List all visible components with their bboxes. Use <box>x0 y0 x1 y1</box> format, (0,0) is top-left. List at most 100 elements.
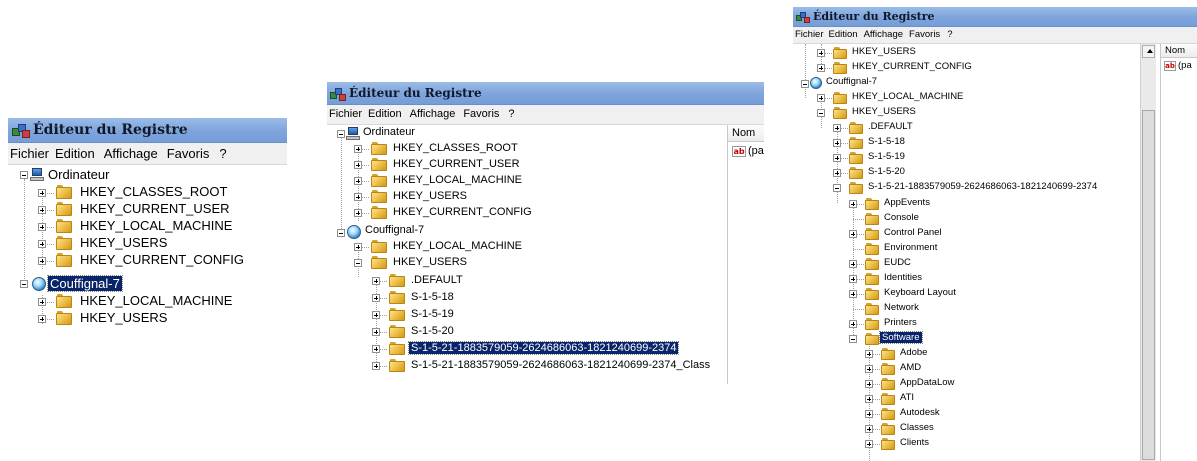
expand-toggle[interactable] <box>849 230 857 238</box>
tree-node-ordinateur[interactable]: Ordinateur <box>361 126 417 138</box>
tree-node-hklm[interactable]: HKEY_LOCAL_MACHINE <box>391 174 524 186</box>
expand-toggle[interactable] <box>38 206 46 214</box>
collapse-toggle[interactable] <box>849 335 857 343</box>
expand-toggle[interactable] <box>865 365 873 373</box>
tree-node-hkcc[interactable]: HKEY_CURRENT_CONFIG <box>850 61 974 72</box>
tree-node-printers[interactable]: Printers <box>882 317 919 328</box>
menu-help[interactable]: ? <box>508 105 514 124</box>
tree-node-classes[interactable]: Classes <box>898 422 936 433</box>
tree-node-hklm[interactable]: HKEY_LOCAL_MACHINE <box>78 293 234 308</box>
registry-tree[interactable]: HKEY_USERS HKEY_CURRENT_CONFIG Couffigna… <box>793 44 1140 461</box>
menu-edition[interactable]: Edition <box>829 27 858 43</box>
expand-toggle[interactable] <box>372 311 380 319</box>
tree-node-hkcc[interactable]: HKEY_CURRENT_CONFIG <box>78 252 246 267</box>
menu-favoris[interactable]: Favoris <box>463 105 499 124</box>
expand-toggle[interactable] <box>865 380 873 388</box>
tree-node-software[interactable]: Software <box>879 331 923 344</box>
tree-node-appdatalow[interactable]: AppDataLow <box>898 377 956 388</box>
tree-node-s-1-5-19[interactable]: S-1-5-19 <box>866 151 907 162</box>
expand-toggle[interactable] <box>849 260 857 268</box>
menu-edition[interactable]: Edition <box>368 105 402 124</box>
expand-toggle[interactable] <box>354 209 362 217</box>
tree-node-user-sid[interactable]: S-1-5-21-1883579059-2624686063-182124069… <box>407 341 680 355</box>
expand-toggle[interactable] <box>817 64 825 72</box>
menu-affichage[interactable]: Affichage <box>104 143 158 164</box>
expand-toggle[interactable] <box>849 290 857 298</box>
menu-fichier[interactable]: Fichier <box>10 143 49 164</box>
registry-tree[interactable]: Ordinateur HKEY_CLASSES_ROOT HKEY_CURREN… <box>8 165 287 346</box>
expand-toggle[interactable] <box>865 425 873 433</box>
value-name[interactable]: (pa <box>1178 60 1192 71</box>
expand-toggle[interactable] <box>849 200 857 208</box>
tree-node-hku[interactable]: HKEY_USERS <box>78 310 169 325</box>
expand-toggle[interactable] <box>849 275 857 283</box>
tree-scrollbar[interactable] <box>1140 44 1156 461</box>
tree-node-keyboard-layout[interactable]: Keyboard Layout <box>882 287 958 298</box>
registry-tree[interactable]: Ordinateur HKEY_CLASSES_ROOT HKEY_CURREN… <box>327 125 724 384</box>
expand-toggle[interactable] <box>38 189 46 197</box>
tree-node-couffignal[interactable]: Couffignal-7 <box>47 275 123 292</box>
column-header-nom[interactable]: Nom <box>728 125 764 142</box>
expand-toggle[interactable] <box>849 320 857 328</box>
tree-node-s-1-5-20[interactable]: S-1-5-20 <box>409 325 456 337</box>
expand-toggle[interactable] <box>372 345 380 353</box>
tree-node-hku[interactable]: HKEY_USERS <box>78 235 169 250</box>
tree-node-hklm[interactable]: HKEY_LOCAL_MACHINE <box>78 218 234 233</box>
menu-fichier[interactable]: Fichier <box>329 105 362 124</box>
menu-favoris[interactable]: Favoris <box>167 143 210 164</box>
tree-node-s-1-5-19[interactable]: S-1-5-19 <box>409 308 456 320</box>
tree-node-couffignal[interactable]: Couffignal-7 <box>363 224 426 236</box>
expand-toggle[interactable] <box>38 298 46 306</box>
column-header-nom[interactable]: Nom <box>1161 44 1197 58</box>
tree-node-ati[interactable]: ATI <box>898 392 916 403</box>
tree-node-console[interactable]: Console <box>882 212 921 223</box>
tree-node-clients[interactable]: Clients <box>898 437 931 448</box>
expand-toggle[interactable] <box>865 395 873 403</box>
collapse-toggle[interactable] <box>801 80 809 88</box>
expand-toggle[interactable] <box>354 177 362 185</box>
tree-node-hkcr[interactable]: HKEY_CLASSES_ROOT <box>391 142 520 154</box>
expand-toggle[interactable] <box>372 277 380 285</box>
menu-help[interactable]: ? <box>947 27 952 43</box>
collapse-toggle[interactable] <box>337 229 345 237</box>
tree-node-appevents[interactable]: AppEvents <box>882 197 932 208</box>
collapse-toggle[interactable] <box>833 184 841 192</box>
expand-toggle[interactable] <box>354 193 362 201</box>
expand-toggle[interactable] <box>833 124 841 132</box>
tree-node-environment[interactable]: Environment <box>882 242 939 253</box>
scroll-up-arrow-icon[interactable] <box>1142 45 1155 58</box>
expand-toggle[interactable] <box>865 350 873 358</box>
tree-node-hku[interactable]: HKEY_USERS <box>850 46 918 57</box>
tree-node-identities[interactable]: Identities <box>882 272 924 283</box>
menu-favoris[interactable]: Favoris <box>909 27 940 43</box>
collapse-toggle[interactable] <box>337 130 345 138</box>
tree-node-couffignal[interactable]: Couffignal-7 <box>824 76 879 87</box>
expand-toggle[interactable] <box>354 161 362 169</box>
expand-toggle[interactable] <box>354 145 362 153</box>
tree-node-s-1-5-18[interactable]: S-1-5-18 <box>866 136 907 147</box>
expand-toggle[interactable] <box>833 139 841 147</box>
tree-node-amd[interactable]: AMD <box>898 362 923 373</box>
tree-node-user-sid-classes[interactable]: S-1-5-21-1883579059-2624686063-182124069… <box>409 359 712 371</box>
tree-node-adobe[interactable]: Adobe <box>898 347 929 358</box>
menu-fichier[interactable]: Fichier <box>795 27 824 43</box>
tree-node-hkcc[interactable]: HKEY_CURRENT_CONFIG <box>391 206 534 218</box>
values-pane[interactable]: Nom ab (pa <box>727 125 764 384</box>
menu-affichage[interactable]: Affichage <box>864 27 903 43</box>
tree-node-default[interactable]: .DEFAULT <box>409 274 465 286</box>
expand-toggle[interactable] <box>38 223 46 231</box>
tree-node-hklm[interactable]: HKEY_LOCAL_MACHINE <box>850 91 965 102</box>
collapse-toggle[interactable] <box>354 259 362 267</box>
tree-node-eudc[interactable]: EUDC <box>882 257 913 268</box>
collapse-toggle[interactable] <box>20 171 28 179</box>
tree-node-s-1-5-20[interactable]: S-1-5-20 <box>866 166 907 177</box>
tree-node-hkcu[interactable]: HKEY_CURRENT_USER <box>391 158 522 170</box>
expand-toggle[interactable] <box>833 154 841 162</box>
tree-node-hkcu[interactable]: HKEY_CURRENT_USER <box>78 201 232 216</box>
scroll-thumb[interactable] <box>1142 110 1155 460</box>
tree-node-hkcr[interactable]: HKEY_CLASSES_ROOT <box>78 184 229 199</box>
tree-node-default[interactable]: .DEFAULT <box>866 121 915 132</box>
tree-node-autodesk[interactable]: Autodesk <box>898 407 942 418</box>
expand-toggle[interactable] <box>354 243 362 251</box>
expand-toggle[interactable] <box>38 315 46 323</box>
